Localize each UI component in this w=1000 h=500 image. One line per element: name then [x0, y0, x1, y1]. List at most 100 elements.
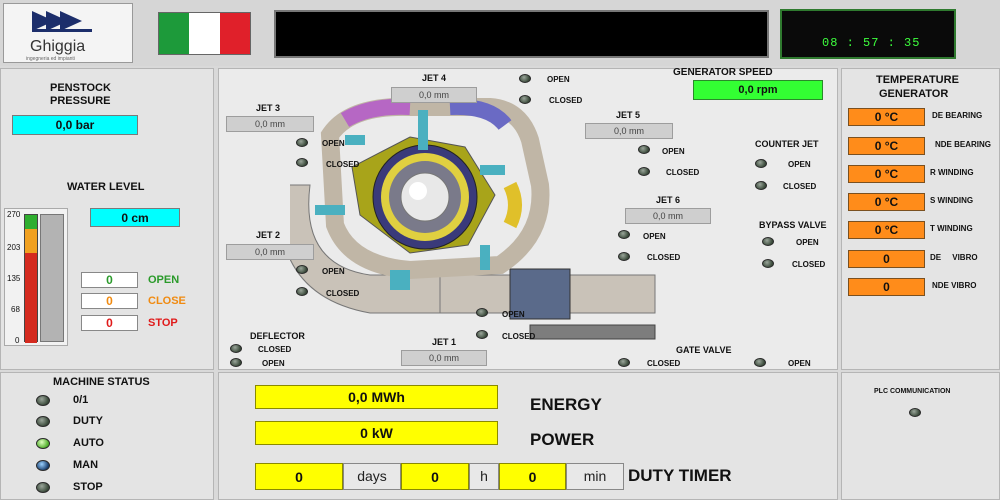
machine-status-panel	[0, 372, 214, 500]
logo-text: Ghiggia	[30, 38, 86, 55]
jet1-closed-led	[476, 330, 488, 339]
jet1-readout: 0,0 mm	[401, 350, 487, 366]
de-bearing-label: DE BEARING	[932, 111, 983, 120]
nde-vibro-value: 0	[848, 278, 925, 296]
de-vibro-label: DE VIBRO	[930, 253, 978, 262]
s-winding-label: S WINDING	[930, 196, 974, 205]
alarm-message-bar	[274, 10, 769, 58]
penstock-title: PENSTOCK	[50, 82, 111, 94]
de-bearing-value: 0 °C	[848, 108, 925, 126]
bypass-valve-closed-label: CLOSED	[792, 260, 826, 269]
scale-tick-270: 270	[7, 210, 21, 219]
duty-hours-unit: h	[469, 463, 499, 490]
clock-panel: 08 : 57 : 35	[780, 9, 956, 59]
machine-status-title: MACHINE STATUS	[53, 376, 150, 388]
jet3-open-label: OPEN	[322, 139, 345, 148]
bypass-valve-closed-led	[762, 259, 774, 268]
jet3-label: JET 3	[256, 103, 281, 113]
scale-tick-135: 135	[7, 274, 21, 283]
jet2-closed-led	[296, 287, 308, 296]
status-01-label: 0/1	[73, 394, 89, 406]
status-stop-led	[36, 482, 50, 493]
status-man-label: MAN	[73, 459, 99, 471]
bypass-valve-open-led	[762, 237, 774, 246]
nde-bearing-label: NDE BEARING	[935, 140, 992, 149]
counter-jet-label: COUNTER JET	[755, 139, 819, 149]
generator-speed-value: 0,0 rpm	[693, 80, 823, 100]
jet6-label: JET 6	[656, 195, 681, 205]
duty-min-value: 0	[499, 463, 566, 490]
close-count: 0	[81, 293, 138, 309]
jet4-closed-label: CLOSED	[549, 96, 583, 105]
duty-hours-value: 0	[401, 463, 469, 490]
jet5-closed-led	[638, 167, 650, 176]
counter-jet-closed-label: CLOSED	[783, 182, 817, 191]
jet6-open-label: OPEN	[643, 232, 666, 241]
jet2-open-label: OPEN	[322, 267, 345, 276]
plc-communication-label: PLC COMMUNICATION	[874, 388, 951, 395]
jet2-closed-label: CLOSED	[326, 289, 360, 298]
duty-days-unit: days	[343, 463, 401, 490]
jet6-closed-label: CLOSED	[647, 253, 681, 262]
jet4-label: JET 4	[422, 73, 447, 83]
gate-valve-label: GATE VALVE	[676, 345, 732, 355]
status-duty-led	[36, 416, 50, 427]
close-count-label: CLOSE	[148, 295, 186, 307]
penstock-pressure-value: 0,0 bar	[12, 115, 138, 135]
gauge-color-bar	[24, 214, 38, 343]
jet1-open-led	[476, 308, 488, 317]
status-01-led	[36, 395, 50, 406]
jet1-label: JET 1	[432, 337, 457, 347]
jet2-label: JET 2	[256, 230, 281, 240]
jet3-closed-label: CLOSED	[326, 160, 360, 169]
duty-days-value: 0	[255, 463, 343, 490]
water-level-title: WATER LEVEL	[67, 181, 145, 193]
jet4-open-led	[519, 74, 531, 83]
nde-vibro-label: NDE VIBRO	[932, 281, 977, 290]
s-winding-value: 0 °C	[848, 193, 925, 211]
logo: Ghiggia ingegneria ed impianti	[3, 3, 133, 63]
gate-valve-open-label: OPEN	[788, 359, 811, 368]
scale-tick-68: 68	[11, 305, 20, 314]
stop-count-label: STOP	[148, 317, 178, 329]
jet5-open-label: OPEN	[662, 147, 685, 156]
deflector-label: DEFLECTOR	[250, 331, 305, 341]
jet4-readout: 0,0 mm	[391, 87, 477, 103]
jet1-closed-label: CLOSED	[502, 332, 536, 341]
status-man-led	[36, 460, 50, 471]
jet4-closed-led	[519, 95, 531, 104]
gate-valve-closed-label: CLOSED	[647, 359, 681, 368]
language-flag-italy[interactable]	[158, 12, 251, 55]
r-winding-label: R WINDING	[930, 168, 974, 177]
t-winding-label: T WINDING	[930, 224, 973, 233]
power-value: 0 kW	[255, 421, 498, 445]
open-count-label: OPEN	[148, 274, 180, 286]
jet2-open-led	[296, 265, 308, 274]
gauge-level-bar	[40, 214, 64, 342]
jet5-open-led	[638, 145, 650, 154]
counter-jet-open-label: OPEN	[788, 160, 811, 169]
jet6-open-led	[618, 230, 630, 239]
jet3-open-led	[296, 138, 308, 147]
jet1-open-label: OPEN	[502, 310, 525, 319]
deflector-open-label: OPEN	[262, 359, 285, 368]
logo-arrows-icon	[32, 11, 92, 32]
open-count: 0	[81, 272, 138, 288]
bypass-valve-label: BYPASS VALVE	[759, 220, 827, 230]
t-winding-value: 0 °C	[848, 221, 925, 239]
scale-tick-203: 203	[7, 243, 21, 252]
water-level-value: 0 cm	[90, 208, 180, 227]
duty-timer-label: DUTY TIMER	[628, 466, 732, 485]
energy-value: 0,0 MWh	[255, 385, 498, 409]
bypass-valve-open-label: OPEN	[796, 238, 819, 247]
jet2-readout: 0,0 mm	[226, 244, 314, 260]
energy-label: ENERGY	[530, 395, 602, 414]
temperature-title: TEMPERATURE	[876, 74, 959, 86]
jet3-readout: 0,0 mm	[226, 116, 314, 132]
nde-bearing-value: 0 °C	[848, 137, 925, 155]
counter-jet-open-led	[755, 159, 767, 168]
jet5-closed-label: CLOSED	[666, 168, 700, 177]
status-duty-label: DUTY	[73, 415, 103, 427]
jet4-open-label: OPEN	[547, 75, 570, 84]
jet5-label: JET 5	[616, 110, 641, 120]
